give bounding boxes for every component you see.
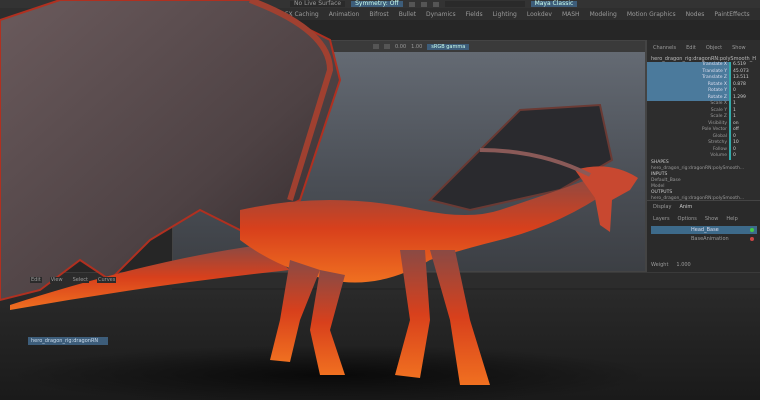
- menu-view[interactable]: View: [49, 277, 64, 283]
- live-surface-field[interactable]: No Live Surface: [290, 1, 346, 7]
- shelf-tab[interactable]: Modeling: [590, 11, 617, 18]
- render-settings-icon[interactable]: [432, 1, 439, 7]
- status-line: No Live Surface Symmetry: Off Maya Class…: [0, 0, 760, 8]
- shelf-tab[interactable]: FX Caching: [285, 11, 319, 18]
- symmetry-field[interactable]: Symmetry: Off: [351, 1, 403, 7]
- menu-help[interactable]: Help: [726, 216, 737, 222]
- time-slider[interactable]: [172, 272, 760, 288]
- menu-show[interactable]: Show: [705, 216, 719, 222]
- menu-edit[interactable]: Edit: [30, 277, 42, 283]
- weight-field[interactable]: 1.000: [672, 262, 695, 268]
- layer-row[interactable]: BaseAnimation: [651, 235, 757, 243]
- shelf-tab[interactable]: Lighting: [493, 11, 517, 18]
- outliner-item[interactable]: hero_dragon_rig:dragonRN: [28, 337, 108, 345]
- shelf-tab[interactable]: Bullet: [399, 11, 416, 18]
- layer-status-icon[interactable]: [750, 228, 754, 232]
- channel-box: Channels Edit Object Show hero_dragon_rig:d…: [646, 40, 760, 272]
- shelf-tab[interactable]: Animation: [329, 11, 360, 18]
- layer-name: Head_Base: [691, 227, 719, 233]
- exposure-value[interactable]: 0.00: [395, 44, 406, 50]
- shelf-tab[interactable]: Motion Graphics: [627, 11, 676, 18]
- channel-name[interactable]: Volume: [647, 153, 729, 160]
- shelf-tab[interactable]: Fields: [466, 11, 483, 18]
- channel-box-menu: Channels Edit Object Show: [647, 40, 760, 56]
- channel-row[interactable]: Volume 0: [647, 153, 760, 160]
- gamma-value[interactable]: 1.00: [411, 44, 422, 50]
- viewport-panel[interactable]: 0.00 1.00 sRGB gamma: [172, 40, 646, 272]
- layer-row[interactable]: Head_Base: [651, 226, 757, 234]
- color-space-select[interactable]: sRGB gamma: [427, 43, 470, 50]
- channel-menu-item[interactable]: Show: [732, 45, 746, 51]
- camera-icon[interactable]: [373, 44, 379, 49]
- layer-name: BaseAnimation: [691, 236, 729, 242]
- channel-menu-item[interactable]: Object: [706, 45, 722, 51]
- viewport-canvas[interactable]: [173, 52, 645, 271]
- shelf-tab[interactable]: Nodes: [686, 11, 705, 18]
- shelf-tab[interactable]: PaintEffects: [714, 11, 749, 18]
- weight-label: Weight: [651, 262, 669, 268]
- layer-status-icon[interactable]: [750, 237, 754, 241]
- weight-row: Weight 1.000: [651, 261, 757, 269]
- shelf-tab[interactable]: MASH: [562, 11, 580, 18]
- command-field[interactable]: [444, 1, 525, 7]
- menu-options[interactable]: Options: [678, 216, 697, 222]
- menu-select[interactable]: Select: [71, 277, 89, 283]
- workspace-select[interactable]: Maya Classic: [530, 1, 578, 7]
- menu-curves[interactable]: Curves: [97, 277, 117, 283]
- tab-anim[interactable]: Anim: [679, 204, 692, 210]
- shelf-tab[interactable]: Dynamics: [426, 11, 456, 18]
- channel-menu-item[interactable]: Channels: [653, 45, 676, 51]
- shape-item[interactable]: hero_dragon_rig:dragonRN:polySmooth...: [647, 166, 760, 172]
- render-icon[interactable]: [408, 1, 415, 7]
- shelf-tabs: FX Caching Animation Bifrost Bullet Dynamics…: [0, 8, 760, 20]
- channel-menu-item[interactable]: Edit: [686, 45, 696, 51]
- ipr-icon[interactable]: [420, 1, 427, 7]
- shelf-tab[interactable]: Lookdev: [527, 11, 552, 18]
- viewport-toolbar: 0.00 1.00 sRGB gamma: [173, 41, 645, 52]
- channel-list: Translate X 6.519 Translate Y 45.073 Transla…: [647, 62, 760, 160]
- layer-editor: Display Anim Layers Options Show Help Head_B…: [647, 200, 760, 272]
- tab-display[interactable]: Display: [653, 204, 671, 210]
- grid-icon[interactable]: [384, 44, 390, 49]
- shelf-tab[interactable]: Bifrost: [369, 11, 388, 18]
- menu-layers[interactable]: Layers: [653, 216, 670, 222]
- floor: [0, 290, 760, 400]
- channel-value[interactable]: 0: [729, 153, 753, 160]
